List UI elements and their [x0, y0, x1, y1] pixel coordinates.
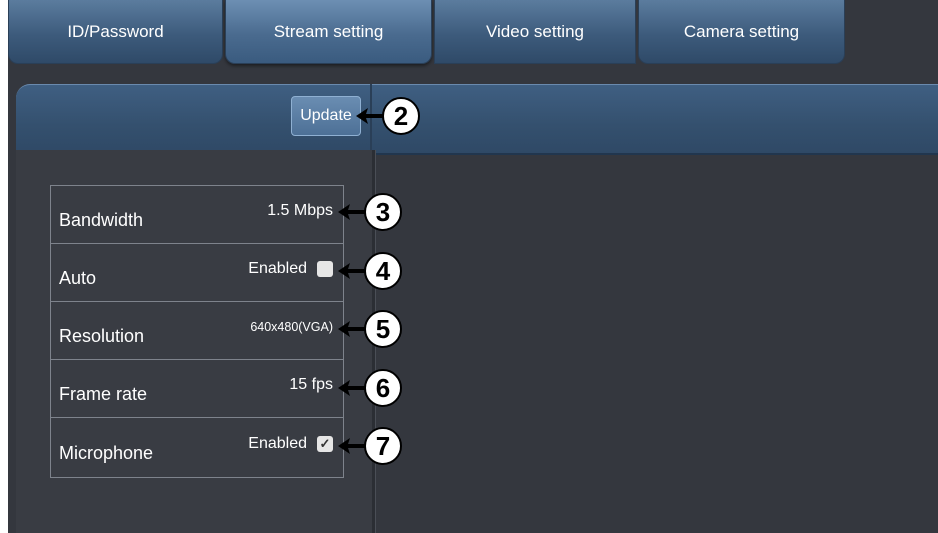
setting-value: 640x480(VGA): [250, 320, 333, 334]
tab-label: ID/Password: [67, 21, 164, 41]
resolution-value: 640x480(VGA): [250, 319, 333, 334]
setting-label: Frame rate: [59, 384, 148, 404]
setting-row-microphone: Microphone Enabled ✓: [51, 418, 343, 477]
tab-bar: ID/Password Stream setting Video setting…: [8, 0, 938, 66]
setting-row-resolution[interactable]: Resolution 640x480(VGA): [51, 302, 343, 360]
setting-value: Enabled: [248, 260, 333, 278]
app-window: ID/Password Stream setting Video setting…: [8, 0, 938, 533]
bandwidth-value: 1.5 Mbps: [267, 201, 333, 219]
tab-id-password[interactable]: ID/Password: [8, 0, 223, 64]
callout-number: 4: [364, 252, 402, 290]
callout-number: 2: [382, 97, 420, 135]
callout-6: 6: [336, 368, 402, 408]
setting-row-frame-rate[interactable]: Frame rate 15 fps: [51, 360, 343, 418]
callout-2: 2: [354, 96, 420, 136]
setting-value: Enabled ✓: [248, 435, 333, 453]
tab-stream-setting[interactable]: Stream setting: [225, 0, 432, 64]
callout-number: 6: [364, 369, 402, 407]
stream-settings-table: Bandwidth 1.5 Mbps Auto Enabled Resoluti…: [50, 185, 344, 478]
setting-value: 15 fps: [289, 376, 333, 394]
callout-number: 5: [364, 310, 402, 348]
tab-camera-setting[interactable]: Camera setting: [638, 0, 845, 64]
microphone-checkbox[interactable]: ✓: [317, 435, 333, 452]
callout-3: 3: [336, 192, 402, 232]
update-button[interactable]: Update: [291, 96, 361, 136]
tab-video-setting[interactable]: Video setting: [434, 0, 636, 64]
setting-row-bandwidth[interactable]: Bandwidth 1.5 Mbps: [51, 186, 343, 244]
callout-number: 3: [364, 193, 402, 231]
toolbar: [16, 84, 938, 155]
tab-label: Video setting: [486, 21, 584, 41]
callout-7: 7: [336, 426, 402, 466]
callout-5: 5: [336, 309, 402, 349]
setting-value: 1.5 Mbps: [267, 202, 333, 220]
setting-label: Microphone: [59, 443, 154, 463]
callout-number: 7: [364, 427, 402, 465]
update-button-label: Update: [300, 107, 352, 124]
callout-4: 4: [336, 251, 402, 291]
frame-rate-value: 15 fps: [289, 375, 333, 393]
setting-label: Resolution: [59, 326, 145, 346]
auto-checkbox[interactable]: [317, 260, 333, 277]
setting-label: Bandwidth: [59, 210, 144, 230]
tab-label: Stream setting: [273, 21, 384, 41]
tab-label: Camera setting: [683, 21, 800, 41]
setting-label: Auto: [59, 268, 97, 288]
auto-value: Enabled: [248, 259, 307, 277]
setting-row-auto: Auto Enabled: [51, 244, 343, 302]
microphone-value: Enabled: [248, 434, 307, 452]
